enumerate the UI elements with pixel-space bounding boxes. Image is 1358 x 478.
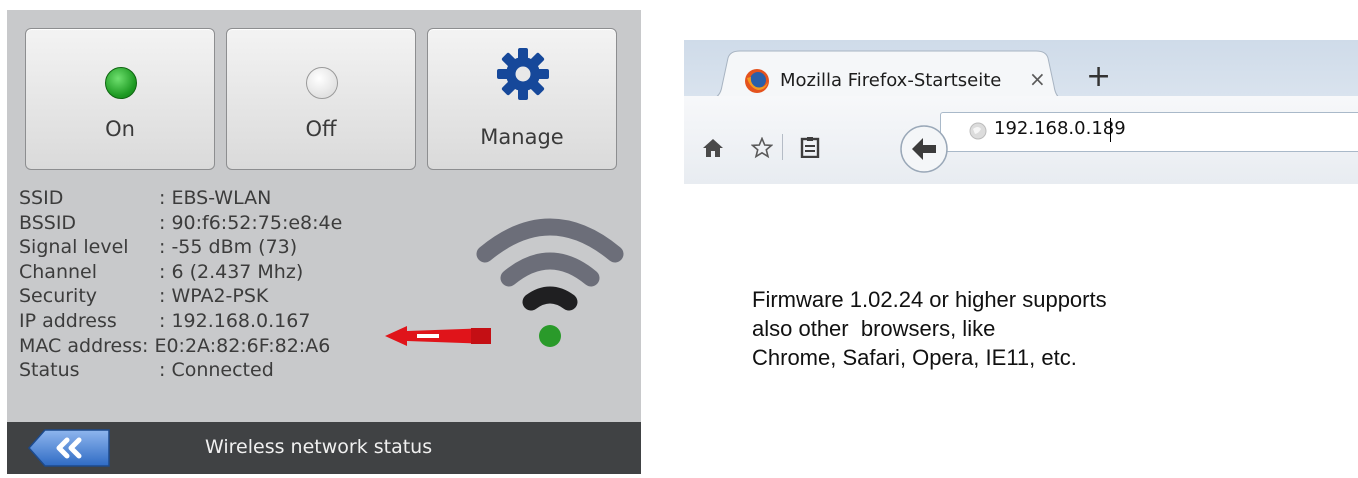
grey-led-icon xyxy=(306,67,338,99)
on-button[interactable]: On xyxy=(25,28,215,170)
gear-icon xyxy=(497,48,549,100)
url-input[interactable]: 192.168.0.189 xyxy=(994,118,1126,139)
close-tab-icon[interactable]: × xyxy=(1029,67,1046,91)
info-row: BSSID: 90:f6:52:75:e8:4e xyxy=(19,211,343,234)
wifi-icon xyxy=(476,218,624,347)
status-bar-title: Wireless network status xyxy=(205,436,433,458)
text-cursor xyxy=(1110,118,1111,142)
bookmark-star-icon[interactable] xyxy=(751,137,773,159)
info-row: IP address: 192.168.0.167 xyxy=(19,309,311,332)
note-line: Firmware 1.02.24 or higher supports xyxy=(752,287,1107,312)
info-row: SSID: EBS-WLAN xyxy=(19,187,272,209)
wireless-status-screen: On Off Manage SSID: EBS-WLAN BSSID: 90:f… xyxy=(7,10,641,474)
status-bar: Wireless network status xyxy=(7,422,641,474)
note-line: also other browsers, like xyxy=(752,316,996,341)
info-row: Channel: 6 (2.437 Mhz) xyxy=(19,260,304,283)
info-row: Signal level: -55 dBm (73) xyxy=(19,236,298,259)
firefox-logo-icon xyxy=(745,69,769,93)
on-button-label: On xyxy=(105,117,135,141)
firefox-browser-snippet: Mozilla Firefox-Startseite × + 192.168.0… xyxy=(684,40,1358,184)
site-identity-globe-icon xyxy=(969,122,987,140)
off-button-label: Off xyxy=(305,117,337,141)
home-icon[interactable] xyxy=(702,138,724,158)
manage-button[interactable]: Manage xyxy=(427,28,617,170)
info-row: MAC address: E0:2A:82:6F:82:A6 xyxy=(19,334,331,357)
green-led-icon xyxy=(105,67,137,99)
browser-support-note: Firmware 1.02.24 or higher supports also… xyxy=(752,285,1107,372)
back-button[interactable] xyxy=(27,429,111,467)
manage-button-label: Manage xyxy=(480,125,564,149)
new-tab-button[interactable]: + xyxy=(1086,62,1111,92)
network-info-list: SSID: EBS-WLAN BSSID: 90:f6:52:75:e8:4e … xyxy=(19,186,342,383)
note-line: Chrome, Safari, Opera, IE11, etc. xyxy=(752,345,1077,370)
info-row: Security: WPA2-PSK xyxy=(19,285,269,308)
back-arrow-icon[interactable] xyxy=(899,124,949,174)
info-row: Status: Connected xyxy=(19,359,274,382)
reading-list-icon[interactable] xyxy=(800,136,820,158)
off-button[interactable]: Off xyxy=(226,28,416,170)
toolbar-separator xyxy=(782,134,783,160)
tab-title: Mozilla Firefox-Startseite xyxy=(780,70,1002,91)
